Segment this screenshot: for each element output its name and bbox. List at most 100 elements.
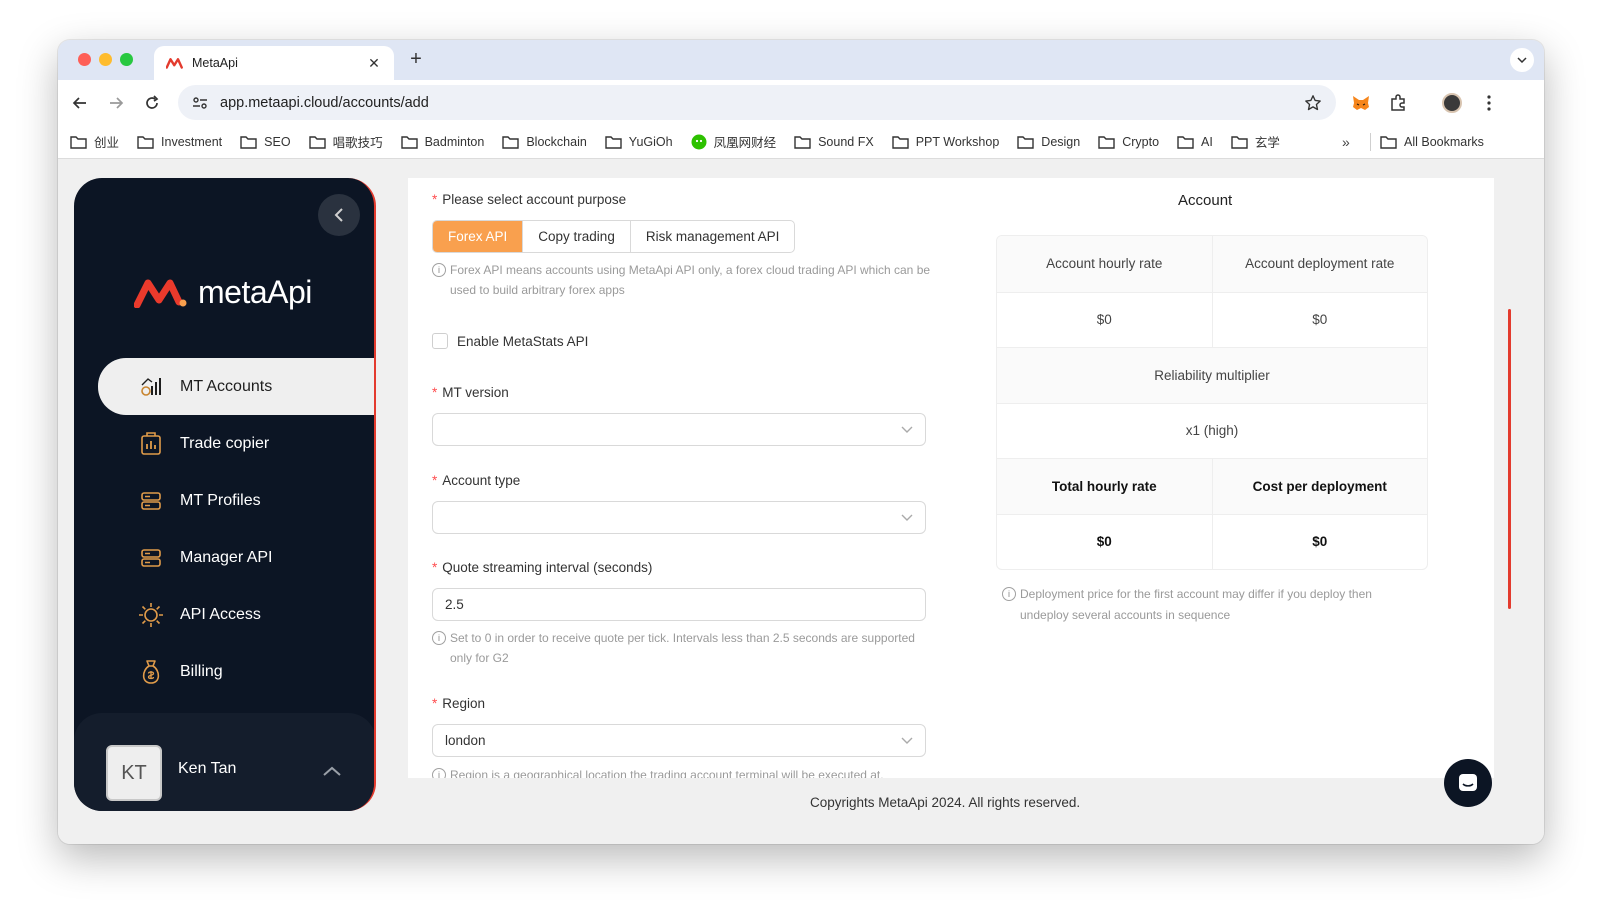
site-settings-icon[interactable] bbox=[192, 96, 208, 110]
sidebar-item-api-access[interactable]: API Access bbox=[98, 586, 374, 643]
deployment-rate-header: Account deployment rate bbox=[1211, 236, 1428, 292]
all-bookmarks-folder[interactable]: All Bookmarks bbox=[1380, 125, 1484, 159]
chevron-up-icon[interactable] bbox=[322, 765, 342, 777]
more-menu-icon[interactable] bbox=[1478, 92, 1500, 114]
total-hourly-header: Total hourly rate bbox=[1051, 478, 1157, 494]
add-account-form: * Please select account purpose Forex API… bbox=[408, 178, 1494, 778]
sidebar-item-manager-api[interactable]: Manager API bbox=[98, 529, 374, 586]
folder-icon bbox=[1231, 135, 1248, 149]
bookmark-link[interactable]: 凤凰网财经 bbox=[691, 132, 776, 151]
scrollbar[interactable] bbox=[1508, 309, 1511, 609]
bookmark-folder[interactable]: 唱歌技巧 bbox=[308, 132, 383, 151]
table-row: x1 (high) bbox=[997, 402, 1427, 459]
sidebar-item-label: Trade copier bbox=[180, 434, 270, 452]
bookmark-folder[interactable]: Investment bbox=[137, 135, 222, 149]
folder-icon bbox=[794, 135, 811, 149]
sidebar-item-mt-accounts[interactable]: MT Accounts bbox=[98, 358, 374, 415]
chevron-down-icon bbox=[901, 426, 913, 433]
chat-support-button[interactable] bbox=[1444, 759, 1492, 807]
new-tab-icon[interactable]: + bbox=[404, 48, 428, 71]
quote-interval-input[interactable]: 2.5 bbox=[432, 588, 926, 621]
purpose-hint: i Forex API means accounts using MetaApi … bbox=[432, 260, 932, 300]
metaapi-favicon-icon bbox=[166, 58, 183, 69]
forward-icon[interactable] bbox=[106, 93, 126, 113]
tab-search-button[interactable] bbox=[1510, 48, 1534, 72]
browser-toolbar: app.metaapi.cloud/accounts/add bbox=[58, 80, 1544, 125]
maximize-window-button[interactable] bbox=[120, 53, 133, 66]
bookmark-star-icon[interactable] bbox=[1304, 94, 1322, 112]
folder-icon bbox=[400, 135, 418, 149]
copier-icon bbox=[138, 431, 164, 457]
extensions-puzzle-icon[interactable] bbox=[1387, 92, 1409, 114]
mt-version-label: * MT version bbox=[432, 385, 509, 400]
reliability-value: x1 (high) bbox=[1185, 423, 1239, 439]
close-window-button[interactable] bbox=[78, 53, 91, 66]
cost-per-deployment-header: Cost per deployment bbox=[1211, 459, 1428, 514]
folder-icon bbox=[1098, 135, 1115, 149]
cost-per-deployment-value: $0 bbox=[1211, 514, 1428, 569]
reliability-header: Reliability multiplier bbox=[1154, 367, 1270, 383]
sidebar-item-label: Billing bbox=[180, 662, 223, 680]
account-type-select[interactable] bbox=[432, 501, 926, 534]
chart-bars-icon bbox=[138, 374, 164, 400]
folder-icon bbox=[1177, 135, 1194, 149]
footer-copyright: Copyrights MetaApi 2024. All rights rese… bbox=[810, 795, 1081, 810]
hourly-rate-value: $0 bbox=[1096, 312, 1112, 328]
folder-icon bbox=[502, 135, 520, 149]
bookmark-folder[interactable]: 玄学 bbox=[1231, 132, 1280, 151]
sidebar-item-billing[interactable]: Billing bbox=[98, 643, 374, 700]
bookmark-folder[interactable]: Crypto bbox=[1098, 135, 1159, 149]
browser-tab[interactable]: MetaApi ✕ bbox=[154, 46, 394, 80]
bookmark-folder[interactable]: Design bbox=[1017, 135, 1080, 149]
tab-bar: MetaApi ✕ + bbox=[58, 40, 1544, 80]
bookmarks-divider bbox=[1370, 133, 1371, 151]
browser-window: MetaApi ✕ + app.metaapi.cloud/accounts/a… bbox=[58, 40, 1544, 844]
profile-avatar-icon[interactable] bbox=[1441, 92, 1463, 114]
mt-version-select[interactable] bbox=[432, 413, 926, 446]
collapse-sidebar-button[interactable] bbox=[318, 194, 360, 236]
deployment-price-hint: i Deployment price for the first account … bbox=[1002, 584, 1412, 626]
sidebar-item-label: Manager API bbox=[180, 548, 273, 566]
api-gear-icon bbox=[138, 602, 164, 628]
purpose-option-risk-management-api[interactable]: Risk management API bbox=[629, 221, 795, 252]
avatar: KT bbox=[106, 745, 162, 801]
address-bar[interactable]: app.metaapi.cloud/accounts/add bbox=[178, 85, 1336, 120]
url-text[interactable]: app.metaapi.cloud/accounts/add bbox=[220, 95, 1304, 111]
chevron-down-icon bbox=[901, 514, 913, 521]
metastats-checkbox-row[interactable]: Enable MetaStats API bbox=[432, 333, 588, 349]
back-icon[interactable] bbox=[70, 93, 90, 113]
user-menu[interactable]: KT Ken Tan bbox=[74, 713, 374, 811]
tab-close-icon[interactable]: ✕ bbox=[366, 55, 382, 72]
bookmark-folder[interactable]: YuGiOh bbox=[605, 135, 673, 149]
folder-icon bbox=[70, 135, 87, 149]
bookmark-folder[interactable]: AI bbox=[1177, 135, 1213, 149]
bookmark-folder[interactable]: SEO bbox=[240, 135, 291, 149]
sidebar-item-mt-profiles[interactable]: MT Profiles bbox=[98, 472, 374, 529]
sidebar-item-trade-copier[interactable]: Trade copier bbox=[98, 415, 374, 472]
minimize-window-button[interactable] bbox=[99, 53, 112, 66]
folder-icon bbox=[891, 135, 909, 149]
chevron-left-icon bbox=[334, 208, 343, 222]
server-icon bbox=[138, 488, 164, 514]
metamask-extension-icon[interactable] bbox=[1350, 92, 1372, 114]
info-icon: i bbox=[432, 263, 446, 277]
metaapi-logo: metaApi bbox=[134, 274, 312, 311]
reload-icon[interactable] bbox=[142, 93, 162, 113]
region-select[interactable]: london bbox=[432, 724, 926, 757]
bookmark-folder[interactable]: Sound FX bbox=[794, 135, 874, 149]
server-icon bbox=[138, 545, 164, 571]
bookmark-folder[interactable]: PPT Workshop bbox=[891, 135, 999, 149]
page-content: metaApi MT Accounts Trade copier MT Prof… bbox=[58, 159, 1544, 844]
bookmark-folder[interactable]: 创业 bbox=[70, 132, 119, 151]
purpose-option-copy-trading[interactable]: Copy trading bbox=[522, 221, 630, 252]
folder-icon bbox=[240, 135, 257, 149]
region-label: * Region bbox=[432, 696, 486, 711]
metastats-checkbox[interactable] bbox=[432, 333, 448, 349]
more-bookmarks-icon[interactable]: » bbox=[1342, 134, 1350, 150]
purpose-option-forex-api[interactable]: Forex API bbox=[433, 221, 523, 252]
bookmark-folder[interactable]: Blockchain bbox=[502, 135, 587, 149]
bookmark-folder[interactable]: Badminton bbox=[400, 135, 484, 149]
chevron-down-icon bbox=[901, 737, 913, 744]
sidebar-item-label: API Access bbox=[180, 605, 261, 623]
user-name: Ken Tan bbox=[178, 760, 237, 777]
